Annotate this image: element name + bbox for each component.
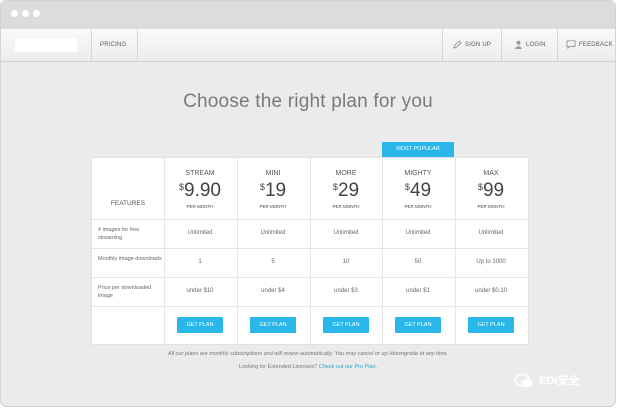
wechat-icon — [514, 373, 533, 388]
row-divider — [92, 277, 528, 278]
row-divider — [92, 306, 528, 307]
window-maximize-dot[interactable] — [33, 10, 40, 17]
get-plan-button-mighty[interactable]: GET PLAN — [395, 317, 441, 333]
cell-price-per-mighty: under $1 — [406, 288, 430, 294]
price-amount: 99 — [482, 180, 505, 201]
cell-streaming-more: Unlimited — [333, 230, 359, 236]
page-headline: Choose the right plan for you — [183, 91, 433, 112]
get-plan-button-max[interactable]: GET PLAN — [468, 317, 514, 333]
plan-name-max: MAX — [483, 170, 499, 177]
get-plan-button-stream[interactable]: GET PLAN — [177, 317, 223, 333]
cell-price-per-mini: under $4 — [261, 288, 285, 294]
cell-downloads-stream: 1 — [198, 259, 202, 265]
currency-symbol: $ — [259, 182, 265, 192]
window-minimize-dot[interactable] — [22, 10, 29, 17]
features-header: FEATURES — [110, 200, 146, 207]
pencil-icon — [453, 40, 462, 49]
get-plan-button-more[interactable]: GET PLAN — [323, 317, 369, 333]
currency-symbol: $ — [332, 182, 338, 192]
price-amount: 29 — [337, 180, 360, 201]
currency-symbol: $ — [179, 182, 185, 192]
plan-name-more: MORE — [335, 170, 357, 177]
cell-price-per-max: under $0.10 — [474, 288, 508, 294]
most-popular-badge: MOST POPULAR — [382, 142, 454, 157]
nav-login-link[interactable]: LOGIN — [514, 29, 546, 61]
plan-period-stream: PER MONTH — [186, 204, 214, 209]
nav-login-label: LOGIN — [526, 42, 546, 48]
plan-period-mighty: PER MONTH — [404, 204, 432, 209]
row-divider — [92, 248, 528, 249]
nav-divider — [91, 29, 92, 61]
plan-price-max: $99 — [455, 180, 527, 202]
window-titlebar — [1, 1, 615, 29]
row-label-streaming: # images for free streaming — [98, 227, 140, 241]
plan-price-more: $29 — [310, 180, 382, 202]
nav-divider — [557, 29, 558, 61]
extended-licenses-line: Looking for Extended Licenses? Check out… — [1, 364, 615, 370]
price-amount: 49 — [409, 180, 432, 201]
plan-name-mighty: MIGHTY — [404, 170, 432, 177]
row-label-price-per-image: Price per downloaded image — [98, 285, 152, 299]
nav-pricing-link[interactable]: PRICING — [100, 29, 126, 61]
get-plan-button-mini[interactable]: GET PLAN — [250, 317, 296, 333]
plan-price-mini: $19 — [237, 180, 309, 202]
user-icon — [514, 40, 523, 49]
nav-feedback-label: FEEDBACK — [579, 42, 613, 48]
row-divider — [92, 219, 528, 220]
site-navbar: PRICING SIGN UP LOGIN FEEDBACK — [1, 29, 615, 62]
watermark-text: EDI安全 — [539, 375, 580, 387]
speech-bubble-icon — [566, 40, 576, 49]
cell-streaming-stream: Unlimited — [187, 230, 213, 236]
cell-price-per-more: under $3 — [334, 288, 358, 294]
nav-signup-label: SIGN UP — [465, 42, 492, 48]
currency-symbol: $ — [404, 182, 410, 192]
plan-price-stream: $9.90 — [164, 180, 236, 202]
cell-downloads-mini: 5 — [271, 259, 275, 265]
plan-period-mini: PER MONTH — [259, 204, 287, 209]
row-label-downloads: Monthly image downloads — [98, 256, 162, 262]
nav-divider — [442, 29, 443, 61]
window-close-dot[interactable] — [11, 10, 18, 17]
site-logo[interactable] — [15, 38, 77, 52]
cell-price-per-stream: under $10 — [186, 288, 214, 294]
cell-downloads-more: 10 — [342, 259, 350, 265]
plan-name-stream: STREAM — [185, 170, 215, 177]
cell-downloads-mighty: 50 — [414, 259, 422, 265]
price-amount: 19 — [264, 180, 287, 201]
plan-period-more: PER MONTH — [332, 204, 360, 209]
watermark: EDI安全 — [514, 372, 579, 390]
cell-streaming-mini: Unlimited — [260, 230, 286, 236]
extended-licenses-question: Looking for Extended Licenses? — [238, 364, 318, 370]
pro-plan-link[interactable]: Check out our Pro Plan. — [319, 364, 377, 370]
nav-feedback-link[interactable]: FEEDBACK — [566, 29, 613, 61]
plan-period-max: PER MONTH — [477, 204, 505, 209]
currency-symbol: $ — [477, 182, 483, 192]
cell-downloads-max: Up to 1000 — [476, 259, 506, 265]
nav-divider — [137, 29, 138, 61]
nav-signup-link[interactable]: SIGN UP — [453, 29, 491, 61]
cell-streaming-max: Unlimited — [478, 230, 504, 236]
pricing-table: FEATURES # images for free streaming Mon… — [91, 157, 529, 345]
plan-name-mini: MINI — [265, 170, 281, 177]
plan-price-mighty: $49 — [382, 180, 454, 202]
subscription-note: All our plans are monthly subscriptions … — [167, 351, 449, 357]
cell-streaming-mighty: Unlimited — [405, 230, 431, 236]
nav-divider — [501, 29, 502, 61]
browser-window: PRICING SIGN UP LOGIN FEEDBACK Choose th… — [0, 0, 616, 407]
price-amount: 9.90 — [184, 180, 221, 201]
